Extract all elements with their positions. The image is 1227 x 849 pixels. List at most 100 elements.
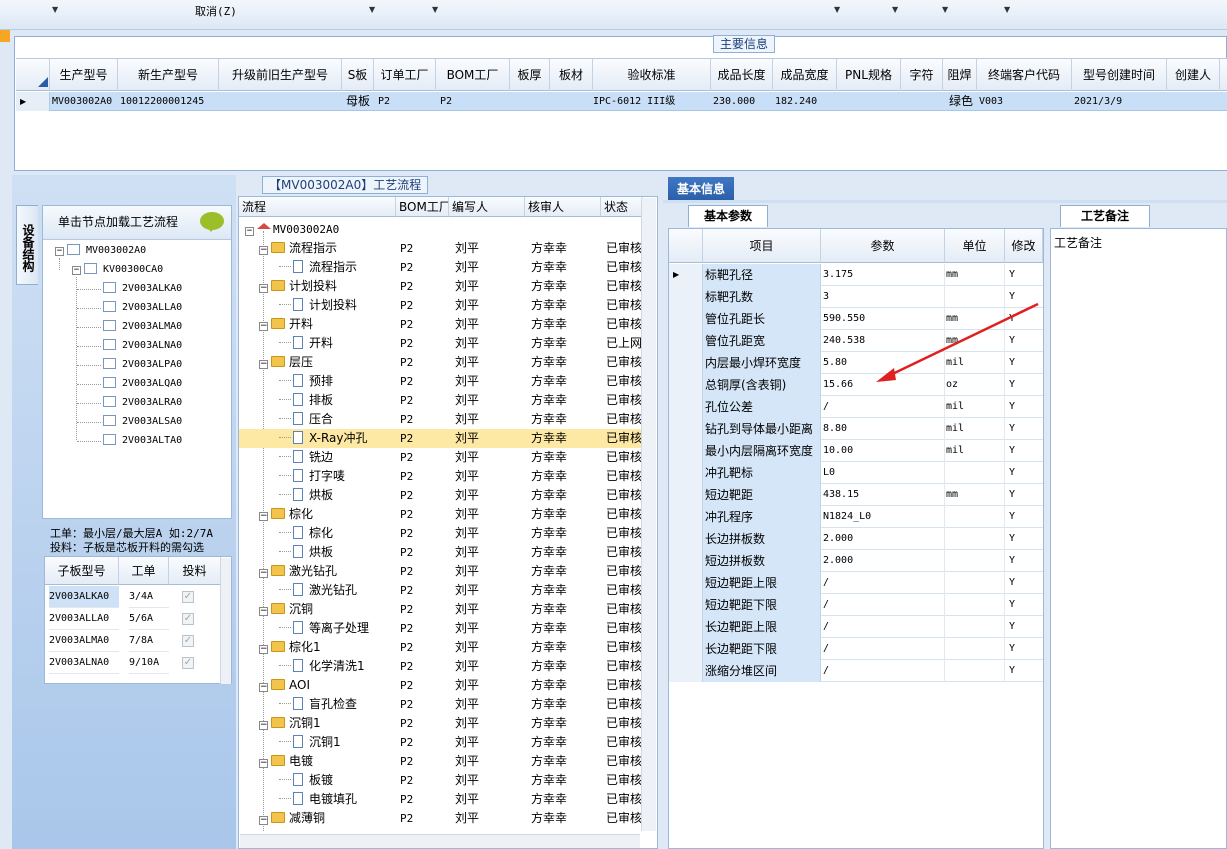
flow-row[interactable]: 开料 P2 刘平 方幸幸 已上网 bbox=[239, 334, 642, 353]
param-row[interactable]: 涨缩分堆区间 / Y bbox=[669, 660, 1043, 682]
flow-row[interactable]: − 开料 P2 刘平 方幸幸 已审核 bbox=[239, 315, 642, 334]
tab-device-structure[interactable]: 设备结构 bbox=[16, 205, 38, 285]
flow-row[interactable]: − 沉铜1 P2 刘平 方幸幸 已审核 bbox=[239, 714, 642, 733]
param-value[interactable]: 438.15 bbox=[821, 484, 945, 506]
checkbox[interactable] bbox=[103, 301, 116, 312]
col-header-customer-code[interactable]: 终端客户代码 bbox=[977, 59, 1072, 91]
dropdown-arrow-icon[interactable]: ▼ bbox=[942, 5, 948, 14]
col-header-board-material[interactable]: 板材 bbox=[550, 59, 593, 91]
checkbox[interactable] bbox=[84, 263, 97, 274]
param-row[interactable]: 短边靶距上限 / Y bbox=[669, 572, 1043, 594]
param-row[interactable]: ▶ 标靶孔径 3.175 mm Y bbox=[669, 264, 1043, 286]
collapse-icon[interactable]: − bbox=[259, 607, 268, 616]
tab-basic-params[interactable]: 基本参数 bbox=[688, 205, 768, 227]
param-row[interactable]: 孔位公差 / mil Y bbox=[669, 396, 1043, 418]
collapse-icon[interactable]: − bbox=[55, 247, 64, 256]
sub-col-header[interactable]: 投料 bbox=[169, 557, 221, 585]
col-header-legend[interactable]: 字符 bbox=[901, 59, 943, 91]
collapse-icon[interactable]: − bbox=[259, 569, 268, 578]
flow-row[interactable]: 激光钻孔 P2 刘平 方幸幸 已审核 bbox=[239, 581, 642, 600]
param-value[interactable]: 2.000 bbox=[821, 550, 945, 572]
col-header-length[interactable]: 成品长度 bbox=[711, 59, 773, 91]
tree-node-leaf[interactable]: 2V003ALLA0 bbox=[103, 300, 182, 316]
flow-col-header-bom-factory[interactable]: BOM工厂 bbox=[396, 197, 449, 217]
flow-row[interactable]: − 层压 P2 刘平 方幸幸 已审核 bbox=[239, 353, 642, 372]
param-value[interactable]: / bbox=[821, 572, 945, 594]
tab-basic-info[interactable]: 基本信息 bbox=[668, 177, 734, 201]
param-value[interactable]: / bbox=[821, 638, 945, 660]
collapse-icon[interactable]: − bbox=[259, 816, 268, 825]
col-header-pnl-spec[interactable]: PNL规格 bbox=[837, 59, 901, 91]
flow-row[interactable]: 沉铜1 P2 刘平 方幸幸 已审核 bbox=[239, 733, 642, 752]
flow-row[interactable]: 盲孔检查 P2 刘平 方幸幸 已审核 bbox=[239, 695, 642, 714]
flow-row[interactable]: 排板 P2 刘平 方幸幸 已审核 bbox=[239, 391, 642, 410]
collapse-icon[interactable]: − bbox=[259, 284, 268, 293]
param-value[interactable]: 3.175 bbox=[821, 264, 945, 286]
param-row[interactable]: 冲孔程序 N1824_L0 Y bbox=[669, 506, 1043, 528]
collapse-icon[interactable]: − bbox=[259, 512, 268, 521]
flow-row[interactable]: 板镀 P2 刘平 方幸幸 已审核 bbox=[239, 771, 642, 790]
flow-row[interactable]: 烘板 P2 刘平 方幸幸 已审核 bbox=[239, 486, 642, 505]
dropdown-arrow-icon[interactable]: ▼ bbox=[52, 5, 58, 14]
collapse-icon[interactable]: − bbox=[259, 683, 268, 692]
flow-row-selected[interactable]: X-Ray冲孔 P2 刘平 方幸幸 已审核 bbox=[239, 429, 642, 448]
sub-col-header[interactable]: 工单 bbox=[119, 557, 169, 585]
flow-row[interactable]: − 沉铜 P2 刘平 方幸幸 已审核 bbox=[239, 600, 642, 619]
dropdown-arrow-icon[interactable]: ▼ bbox=[1004, 5, 1010, 14]
flow-row[interactable]: 电镀填孔 P2 刘平 方幸幸 已审核 bbox=[239, 790, 642, 809]
feed-checkbox[interactable]: ✓ bbox=[182, 635, 194, 647]
tree-node-child[interactable]: − KV00300CA0 bbox=[72, 262, 163, 278]
feed-checkbox[interactable]: ✓ bbox=[182, 613, 194, 625]
tree-node-leaf[interactable]: 2V003ALNA0 bbox=[103, 338, 182, 354]
flow-row[interactable]: 预排 P2 刘平 方幸幸 已审核 bbox=[239, 372, 642, 391]
scrollbar[interactable] bbox=[641, 198, 656, 831]
param-value[interactable]: L0 bbox=[821, 462, 945, 484]
flow-row[interactable]: − 棕化1 P2 刘平 方幸幸 已审核 bbox=[239, 638, 642, 657]
col-header-bom-factory[interactable]: BOM工厂 bbox=[436, 59, 510, 91]
col-header-creator[interactable]: 创建人 bbox=[1167, 59, 1220, 91]
param-value[interactable]: / bbox=[821, 616, 945, 638]
flow-row[interactable]: − 计划投料 P2 刘平 方幸幸 已审核 bbox=[239, 277, 642, 296]
flow-root-node[interactable]: − MV003002A0 bbox=[239, 220, 641, 239]
param-col-header-modify[interactable]: 修改 bbox=[1005, 229, 1043, 263]
param-value[interactable]: 8.80 bbox=[821, 418, 945, 440]
col-header-width[interactable]: 成品宽度 bbox=[773, 59, 837, 91]
param-col-header-item[interactable]: 项目 bbox=[703, 229, 821, 263]
flow-row[interactable]: 棕化 P2 刘平 方幸幸 已审核 bbox=[239, 524, 642, 543]
param-row[interactable]: 长边拼板数 2.000 Y bbox=[669, 528, 1043, 550]
param-value[interactable]: 2.000 bbox=[821, 528, 945, 550]
tree-node-leaf[interactable]: 2V003ALPA0 bbox=[103, 357, 182, 373]
checkbox[interactable] bbox=[103, 358, 116, 369]
flow-row[interactable]: − 激光钻孔 P2 刘平 方幸幸 已审核 bbox=[239, 562, 642, 581]
flow-col-header-flow-name[interactable]: 流程 bbox=[239, 197, 396, 217]
checkbox[interactable] bbox=[103, 320, 116, 331]
flow-col-header-status[interactable]: 状态 bbox=[601, 197, 643, 217]
col-header-product-model[interactable]: 生产型号 bbox=[50, 59, 118, 91]
col-header-acceptance-standard[interactable]: 验收标准 bbox=[593, 59, 711, 91]
table-row[interactable]: ▶ MV003002A0 10012200001245 母板 P2 P2 IPC-6012… bbox=[16, 92, 1227, 111]
param-value[interactable]: / bbox=[821, 594, 945, 616]
feed-checkbox[interactable]: ✓ bbox=[182, 591, 194, 603]
param-row[interactable]: 冲孔靶标 L0 Y bbox=[669, 462, 1043, 484]
flow-row[interactable]: − AOI P2 刘平 方幸幸 已审核 bbox=[239, 676, 642, 695]
flow-row[interactable]: 流程指示 P2 刘平 方幸幸 已审核 bbox=[239, 258, 642, 277]
tree-node-leaf[interactable]: 2V003ALSA0 bbox=[103, 414, 182, 430]
param-col-header-param[interactable]: 参数 bbox=[821, 229, 945, 263]
param-row[interactable]: 长边靶距下限 / Y bbox=[669, 638, 1043, 660]
flow-row[interactable]: − 减薄铜 P2 刘平 方幸幸 已审核 bbox=[239, 809, 642, 828]
col-header-s-board[interactable]: S板 bbox=[342, 59, 374, 91]
flow-row[interactable]: − 电镀 P2 刘平 方幸幸 已审核 bbox=[239, 752, 642, 771]
dropdown-arrow-icon[interactable]: ▼ bbox=[432, 5, 438, 14]
cancel-menu-item[interactable]: 取消(Z) bbox=[195, 3, 237, 19]
col-header-order-factory[interactable]: 订单工厂 bbox=[374, 59, 436, 91]
tree-node-leaf[interactable]: 2V003ALTA0 bbox=[103, 433, 182, 449]
flow-row[interactable]: − 流程指示 P2 刘平 方幸幸 已审核 bbox=[239, 239, 642, 258]
checkbox[interactable] bbox=[103, 415, 116, 426]
checkbox[interactable] bbox=[103, 377, 116, 388]
flow-row[interactable]: 压合 P2 刘平 方幸幸 已审核 bbox=[239, 410, 642, 429]
flow-row[interactable]: 化学清洗1 P2 刘平 方幸幸 已审核 bbox=[239, 657, 642, 676]
tree-node-leaf[interactable]: 2V003ALQA0 bbox=[103, 376, 182, 392]
param-row[interactable]: 长边靶距上限 / Y bbox=[669, 616, 1043, 638]
flow-row[interactable]: 等离子处理 P2 刘平 方幸幸 已审核 bbox=[239, 619, 642, 638]
param-row[interactable]: 短边靶距 438.15 mm Y bbox=[669, 484, 1043, 506]
